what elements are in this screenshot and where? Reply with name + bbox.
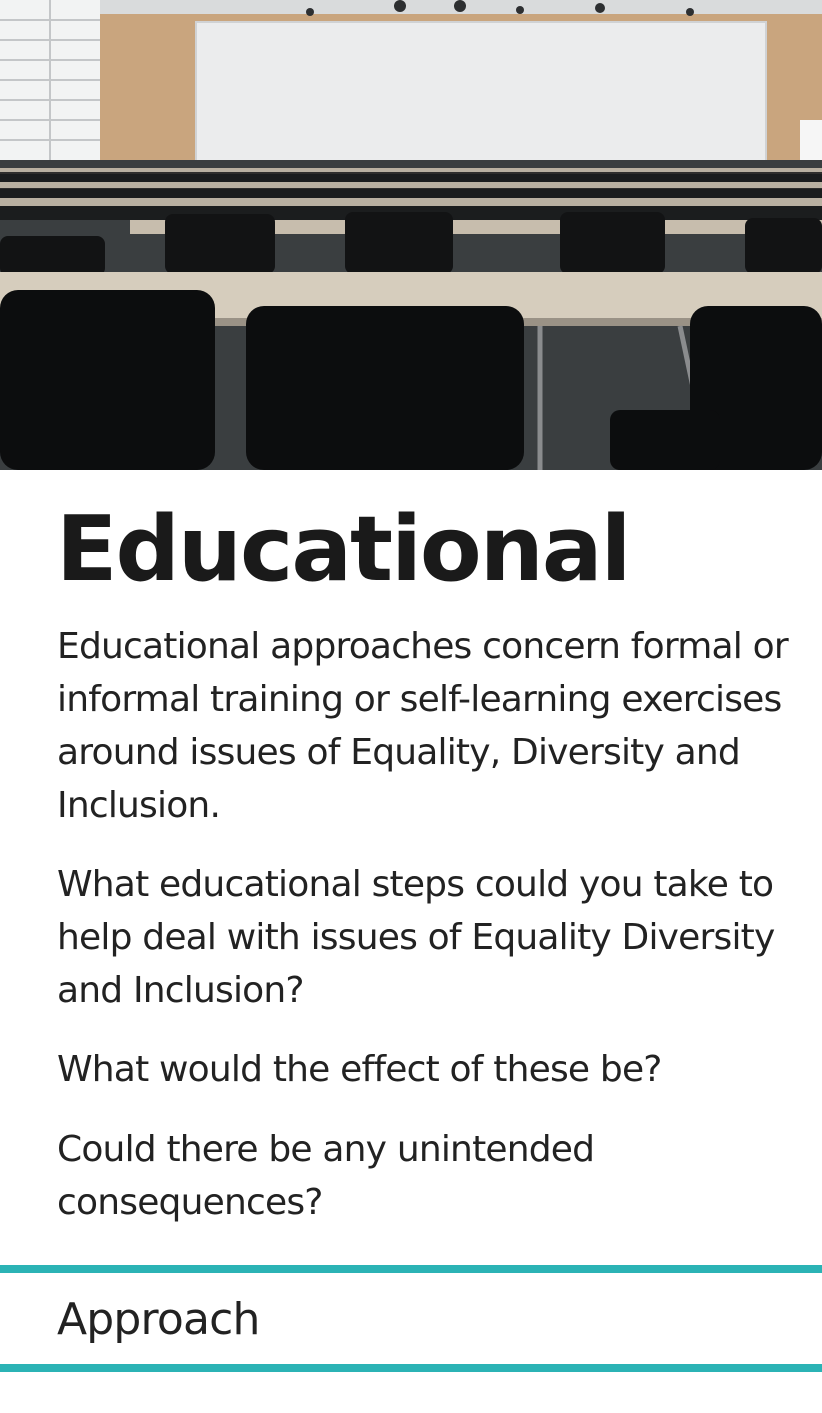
lecture-hall-photo: [0, 0, 822, 470]
question-paragraph: What educational steps could you take to…: [57, 864, 775, 1011]
divider-bottom: [0, 1364, 822, 1372]
category-label: Approach: [57, 1294, 260, 1345]
question-paragraph: What would the effect of these be?: [57, 1049, 662, 1090]
card-title: Educational: [56, 497, 631, 602]
question-paragraph: Could there be any unintended consequenc…: [57, 1129, 595, 1223]
divider-top: [0, 1265, 822, 1273]
description-paragraph: Educational approaches concern formal or…: [57, 626, 789, 826]
